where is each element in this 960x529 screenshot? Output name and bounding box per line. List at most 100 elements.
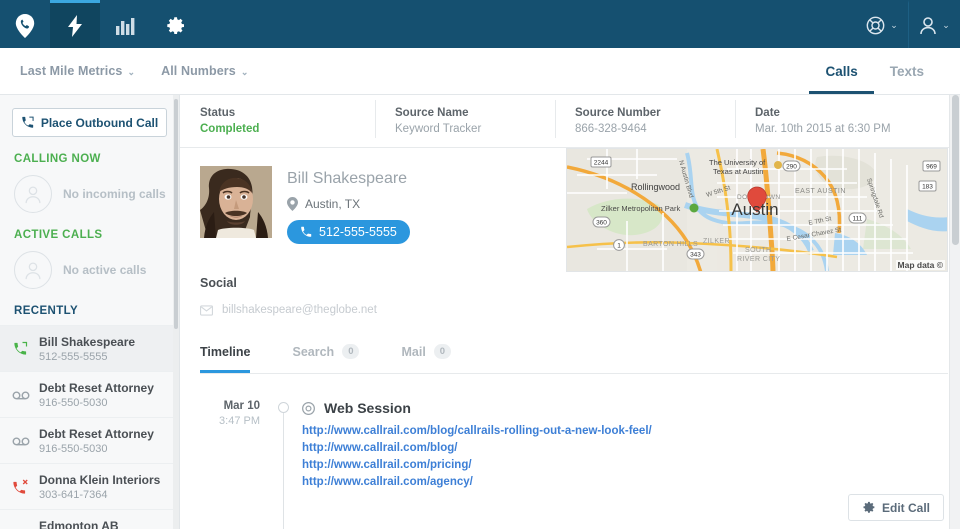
list-item-meta: Bill Shakespeare 512-555-5555 [39,334,135,363]
nav-tab-settings[interactable] [150,0,200,48]
status-badge: Completed [200,123,260,135]
info-value: Mar. 10th 2015 at 6:30 PM [755,123,891,135]
chevron-down-icon: ⌄ [890,20,898,30]
main-scrollbar-thumb[interactable] [952,95,959,245]
gear-icon [862,501,875,514]
list-item-meta: Edmonton AB 780-707-4009 [39,518,119,529]
section-title-recently: RECENTLY [14,305,79,317]
list-item-name: Debt Reset Attorney [39,381,154,395]
svg-text:360: 360 [596,220,607,227]
nav-right-group: ⌄ ⌄ [856,0,960,48]
svg-text:Texas at Austin: Texas at Austin [713,167,763,176]
dropdown-all-numbers[interactable]: All Numbers ⌄ [161,64,248,78]
list-item[interactable]: Debt Reset Attorney 916-550-5030 [0,417,179,463]
tab-calls[interactable]: Calls [809,64,874,94]
timeline-date-block: Mar 10 3:47 PM [216,400,274,493]
svg-text:SOUTH: SOUTH [745,247,772,254]
svg-text:2244: 2244 [594,160,609,167]
svg-text:ZILKER: ZILKER [703,238,730,245]
list-item-meta: Debt Reset Attorney 916-550-5030 [39,426,154,455]
tab-texts[interactable]: Texts [874,64,940,94]
contact-phone-button[interactable]: 512-555-5555 [287,220,410,244]
info-label: Source Name [395,107,469,119]
voicemail-icon [12,435,34,447]
call-info-bar: Status Completed Source Name Keyword Tra… [180,95,960,148]
list-item-name: Edmonton AB [39,519,119,529]
contact-location: Austin, TX [287,197,410,211]
list-item[interactable]: Bill Shakespeare 512-555-5555 [0,325,179,371]
dropdown-last-mile-metrics[interactable]: Last Mile Metrics ⌄ [20,64,135,78]
account-menu[interactable]: ⌄ [908,0,960,48]
svg-text:Rollingwood: Rollingwood [631,182,680,192]
support-menu[interactable]: ⌄ [856,0,908,48]
main-scrollbar[interactable] [949,95,960,529]
social-email-row: billshakespeare@theglobe.net [200,304,960,316]
app-root: ⌄ ⌄ Last Mile Metrics ⌄ All Numbers ⌄ Call… [0,0,960,529]
tab-search[interactable]: Search 0 [292,344,360,373]
dropdown-label: Last Mile Metrics [20,64,123,78]
timeline-link[interactable]: http://www.callrail.com/blog/ [302,442,652,454]
list-item-name: Bill Shakespeare [39,335,136,349]
timeline-line [283,410,284,529]
list-item-meta: Debt Reset Attorney 916-550-5030 [39,380,154,409]
sidebar-scrollbar-thumb[interactable] [174,99,178,329]
phone-icon [300,226,312,238]
timeline-links: http://www.callrail.com/blog/callrails-r… [302,425,652,488]
timeline-time: 3:47 PM [219,415,260,427]
place-outbound-call-button[interactable]: Place Outbound Call [12,108,167,137]
web-session-icon [302,401,315,415]
svg-text:343: 343 [690,252,701,259]
recent-calls-list: Bill Shakespeare 512-555-5555 Debt Reset… [0,325,179,529]
contact-name: Bill Shakespeare [287,170,408,187]
edit-call-button[interactable]: Edit Call [847,494,944,521]
list-item-number: 916-550-5030 [39,397,108,409]
info-label: Status [200,107,236,119]
sidebar-scrollbar[interactable] [173,95,179,529]
top-navigation: ⌄ ⌄ [0,0,960,48]
edit-call-label: Edit Call [881,500,930,515]
info-source-name: Source Name Keyword Tracker [375,100,555,138]
bar-chart-icon [115,17,135,35]
subheader-tabs: Calls Texts [809,64,940,94]
info-source-number: Source Number 866-328-9464 [555,100,735,138]
tab-mail[interactable]: Mail 0 [401,344,452,373]
nav-logo-phone-pin[interactable] [0,0,50,48]
sidebar: Place Outbound Call CALLING NOW No incom… [0,95,180,529]
location-map[interactable]: 2244 290 969 183 360 111 1 343 The Unive… [566,148,948,272]
list-item[interactable]: Edmonton AB 780-707-4009 [0,509,179,529]
timeline-node [278,402,289,413]
svg-text:Zilker Metropolitan Park: Zilker Metropolitan Park [601,204,680,213]
call-missed-icon [12,479,34,495]
timeline-date: Mar 10 [223,400,260,412]
contact-location-text: Austin, TX [305,197,361,211]
info-label: Source Number [575,107,661,119]
svg-text:290: 290 [786,164,797,171]
timeline-link[interactable]: http://www.callrail.com/blog/callrails-r… [302,425,652,437]
list-item-meta: Donna Klein Interiors 303-641-7364 [39,472,160,501]
contact-phone-text: 512-555-5555 [319,225,397,239]
timeline-link[interactable]: http://www.callrail.com/agency/ [302,476,652,488]
list-item-name: Donna Klein Interiors [39,473,161,487]
timeline-link[interactable]: http://www.callrail.com/pricing/ [302,459,652,471]
list-item-number: 303-641-7364 [39,489,108,501]
tab-label: Timeline [200,344,251,359]
tab-timeline[interactable]: Timeline [200,344,251,373]
active-calls-empty: No active calls [0,241,179,289]
timeline-rail [274,400,294,529]
person-icon [25,186,41,204]
chevron-down-icon: ⌄ [127,67,136,77]
nav-tab-activity[interactable] [50,0,100,48]
call-answered-icon [12,341,34,357]
call-incoming-icon [12,525,34,529]
contact-info: Bill Shakespeare Austin, TX 512-555-5555 [287,166,410,244]
social-title: Social [200,276,237,290]
avatar-placeholder [14,251,52,289]
nav-tab-reports[interactable] [100,0,150,48]
user-icon [919,16,937,35]
section-title-active-calls: ACTIVE CALLS [14,229,103,241]
sub-header: Last Mile Metrics ⌄ All Numbers ⌄ Calls Te… [0,48,960,95]
list-item[interactable]: Donna Klein Interiors 303-641-7364 [0,463,179,509]
list-item[interactable]: Debt Reset Attorney 916-550-5030 [0,371,179,417]
chevron-down-icon: ⌄ [240,67,249,77]
